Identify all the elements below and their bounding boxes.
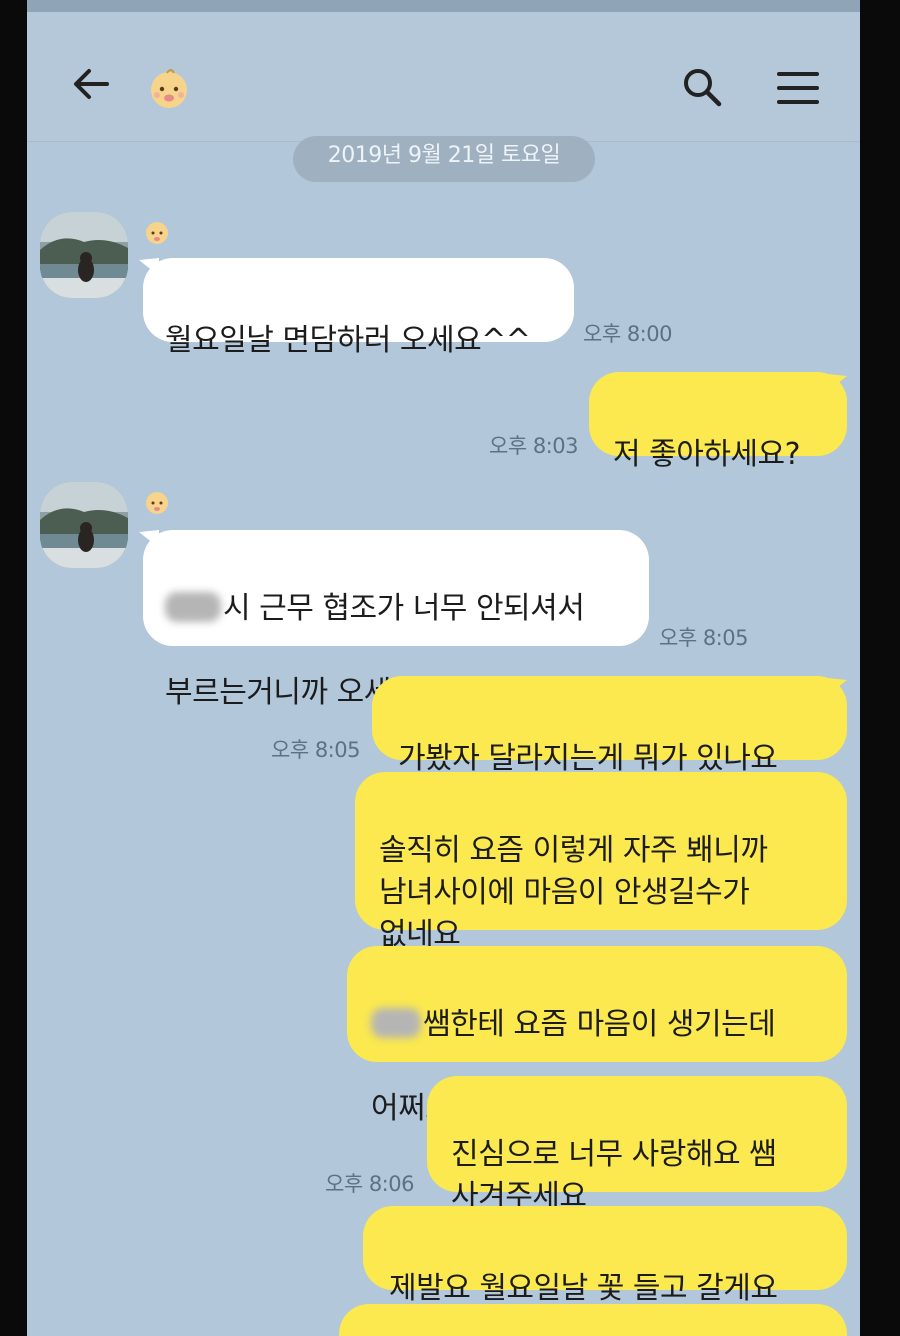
chat-header — [27, 12, 860, 142]
message-bubble-outgoing[interactable]: 제발요 월요일날 꽃 들고 갈게요 — [363, 1206, 847, 1306]
message-text: 제발요 월요일날 꽃 들고 갈게요 — [389, 1271, 778, 1306]
message-bubble-outgoing[interactable]: 저 좋아하세요? — [589, 372, 847, 472]
date-divider: 2019년 9월 21일 토요일 — [293, 136, 595, 182]
message-bubble-incoming[interactable]: 월요일날 면담하러 오세요^^ — [143, 258, 574, 358]
message-time: 오후 8:03 — [489, 434, 578, 458]
message-bubble-outgoing[interactable]: 가봤자 달라지는게 뭐가 있나요 — [372, 676, 847, 776]
chat-screen: 2019년 9월 21일 토요일 월요일날 면담하러 오세요^^ 오후 8:00… — [27, 0, 860, 1336]
message-text: 저 좋아하세요? — [613, 437, 801, 472]
arrow-left-icon[interactable] — [69, 62, 113, 106]
message-time: 오후 8:05 — [659, 626, 748, 650]
message-bubble-outgoing[interactable]: 진심으로 너무 사랑해요 쌤 사겨주세요 — [427, 1076, 847, 1214]
message-time: 오후 8:05 — [271, 738, 360, 762]
baby-face-icon[interactable] — [145, 64, 193, 112]
sender-profile-photo[interactable] — [40, 482, 128, 568]
right-border — [860, 0, 900, 1336]
message-time: 오후 8:06 — [325, 1172, 414, 1196]
message-text: 시 근무 협조가 너무 안되셔서 — [223, 591, 585, 626]
search-icon[interactable] — [679, 64, 725, 110]
redacted-name — [165, 592, 221, 622]
message-text: 진심으로 너무 사랑해요 쌤 사겨주세요 — [451, 1137, 777, 1214]
message-bubble-outgoing[interactable]: 쌤한테 요즘 마음이 생기는데 어쩌죠 저랑 사겨주세요 — [347, 946, 847, 1126]
hamburger-menu-icon[interactable] — [775, 66, 821, 110]
sender-name-icon — [146, 492, 168, 514]
sender-profile-photo[interactable] — [40, 212, 128, 298]
redacted-name — [371, 1008, 421, 1038]
message-text: 쌤한테 요즘 마음이 생기는데 — [423, 1007, 776, 1042]
left-border — [0, 0, 27, 1336]
message-text: 솔직히 요즘 이렇게 자주 봬니까 남녀사이에 마음이 안생길수가 없네요 — [379, 833, 768, 952]
sender-name-icon — [146, 222, 168, 244]
message-text: 가봤자 달라지는게 뭐가 있나요 — [398, 741, 778, 776]
status-bar — [27, 0, 860, 12]
message-bubble-outgoing[interactable]: 솔직히 요즘 이렇게 자주 봬니까 남녀사이에 마음이 안생길수가 없네요 — [355, 772, 847, 952]
message-text: 월요일날 면담하러 오세요^^ — [165, 323, 531, 358]
message-time: 오후 8:00 — [583, 322, 672, 346]
message-bubble-incoming[interactable]: 시 근무 협조가 너무 안되셔서 부르는거니까 오세요~ — [143, 530, 649, 710]
message-bubble-outgoing-partial[interactable] — [339, 1304, 847, 1336]
